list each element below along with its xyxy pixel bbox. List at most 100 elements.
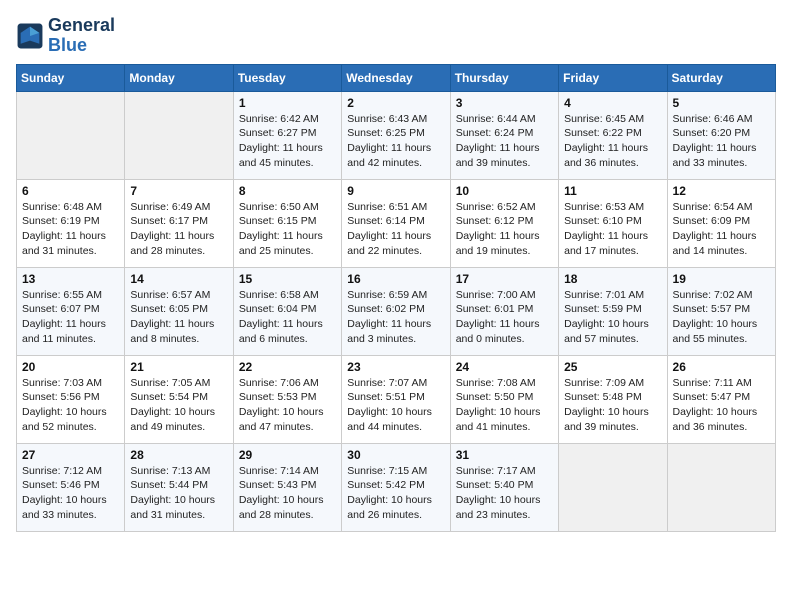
day-number: 23	[347, 360, 444, 374]
day-number: 24	[456, 360, 553, 374]
day-info: Sunrise: 6:58 AMSunset: 6:04 PMDaylight:…	[239, 288, 336, 347]
calendar-cell: 6 Sunrise: 6:48 AMSunset: 6:19 PMDaylight…	[17, 179, 125, 267]
calendar-table: SundayMondayTuesdayWednesdayThursdayFrid…	[16, 64, 776, 532]
calendar-cell: 18Sunrise: 7:01 AMSunset: 5:59 PMDayligh…	[559, 267, 667, 355]
day-info: Sunrise: 7:12 AMSunset: 5:46 PMDaylight:…	[22, 464, 119, 523]
day-info: Sunrise: 7:11 AMSunset: 5:47 PMDaylight:…	[673, 376, 770, 435]
day-number: 3	[456, 96, 553, 110]
calendar-cell: 29Sunrise: 7:14 AMSunset: 5:43 PMDayligh…	[233, 443, 341, 531]
day-info: Sunrise: 6:43 AMSunset: 6:25 PMDaylight:…	[347, 112, 444, 171]
logo-line1: General	[48, 16, 115, 36]
calendar-cell: 17Sunrise: 7:00 AMSunset: 6:01 PMDayligh…	[450, 267, 558, 355]
day-number: 31	[456, 448, 553, 462]
day-info: Sunrise: 6:42 AMSunset: 6:27 PMDaylight:…	[239, 112, 336, 171]
day-number: 20	[22, 360, 119, 374]
day-number: 6	[22, 184, 119, 198]
day-info: Sunrise: 7:13 AMSunset: 5:44 PMDaylight:…	[130, 464, 227, 523]
logo-icon	[16, 22, 44, 50]
day-number: 27	[22, 448, 119, 462]
calendar-cell: 31 Sunrise: 7:17 AMSunset: 5:40 PMDayligh…	[450, 443, 558, 531]
weekday-friday: Friday	[559, 64, 667, 91]
calendar-week-1: 6 Sunrise: 6:48 AMSunset: 6:19 PMDaylight…	[17, 179, 776, 267]
day-number: 25	[564, 360, 661, 374]
calendar-cell: 8Sunrise: 6:50 AMSunset: 6:15 PMDaylight…	[233, 179, 341, 267]
weekday-wednesday: Wednesday	[342, 64, 450, 91]
day-info: Sunrise: 6:53 AMSunset: 6:10 PMDaylight:…	[564, 200, 661, 259]
weekday-thursday: Thursday	[450, 64, 558, 91]
day-number: 17	[456, 272, 553, 286]
day-number: 29	[239, 448, 336, 462]
day-info: Sunrise: 6:54 AMSunset: 6:09 PMDaylight:…	[673, 200, 770, 259]
calendar-week-4: 27 Sunrise: 7:12 AMSunset: 5:46 PMDayligh…	[17, 443, 776, 531]
day-info: Sunrise: 6:51 AMSunset: 6:14 PMDaylight:…	[347, 200, 444, 259]
day-number: 15	[239, 272, 336, 286]
calendar-cell: 21Sunrise: 7:05 AMSunset: 5:54 PMDayligh…	[125, 355, 233, 443]
calendar-cell: 23 Sunrise: 7:07 AMSunset: 5:51 PMDayligh…	[342, 355, 450, 443]
calendar-cell: 25 Sunrise: 7:09 AMSunset: 5:48 PMDayligh…	[559, 355, 667, 443]
weekday-tuesday: Tuesday	[233, 64, 341, 91]
day-info: Sunrise: 6:59 AMSunset: 6:02 PMDaylight:…	[347, 288, 444, 347]
day-number: 14	[130, 272, 227, 286]
day-info: Sunrise: 6:55 AMSunset: 6:07 PMDaylight:…	[22, 288, 119, 347]
day-number: 1	[239, 96, 336, 110]
day-info: Sunrise: 7:17 AMSunset: 5:40 PMDaylight:…	[456, 464, 553, 523]
calendar-cell: 2 Sunrise: 6:43 AMSunset: 6:25 PMDaylight…	[342, 91, 450, 179]
calendar-cell: 4 Sunrise: 6:45 AMSunset: 6:22 PMDaylight…	[559, 91, 667, 179]
day-number: 12	[673, 184, 770, 198]
calendar-cell: 13Sunrise: 6:55 AMSunset: 6:07 PMDayligh…	[17, 267, 125, 355]
calendar-cell: 11 Sunrise: 6:53 AMSunset: 6:10 PMDayligh…	[559, 179, 667, 267]
day-info: Sunrise: 7:07 AMSunset: 5:51 PMDaylight:…	[347, 376, 444, 435]
calendar-cell: 28 Sunrise: 7:13 AMSunset: 5:44 PMDayligh…	[125, 443, 233, 531]
day-number: 21	[130, 360, 227, 374]
calendar-cell	[17, 91, 125, 179]
calendar-week-3: 20 Sunrise: 7:03 AMSunset: 5:56 PMDayligh…	[17, 355, 776, 443]
calendar-cell: 26 Sunrise: 7:11 AMSunset: 5:47 PMDayligh…	[667, 355, 775, 443]
day-number: 2	[347, 96, 444, 110]
calendar-cell	[559, 443, 667, 531]
logo: General Blue	[16, 16, 115, 56]
calendar-cell: 1 Sunrise: 6:42 AMSunset: 6:27 PMDaylight…	[233, 91, 341, 179]
day-info: Sunrise: 6:45 AMSunset: 6:22 PMDaylight:…	[564, 112, 661, 171]
day-number: 4	[564, 96, 661, 110]
calendar-cell: 10 Sunrise: 6:52 AMSunset: 6:12 PMDayligh…	[450, 179, 558, 267]
day-info: Sunrise: 7:01 AMSunset: 5:59 PMDaylight:…	[564, 288, 661, 347]
calendar-cell: 19 Sunrise: 7:02 AMSunset: 5:57 PMDayligh…	[667, 267, 775, 355]
calendar-cell: 3 Sunrise: 6:44 AMSunset: 6:24 PMDaylight…	[450, 91, 558, 179]
day-number: 5	[673, 96, 770, 110]
day-info: Sunrise: 7:03 AMSunset: 5:56 PMDaylight:…	[22, 376, 119, 435]
day-info: Sunrise: 6:46 AMSunset: 6:20 PMDaylight:…	[673, 112, 770, 171]
day-number: 28	[130, 448, 227, 462]
day-info: Sunrise: 6:49 AMSunset: 6:17 PMDaylight:…	[130, 200, 227, 259]
weekday-header-row: SundayMondayTuesdayWednesdayThursdayFrid…	[17, 64, 776, 91]
logo-line2: Blue	[48, 36, 115, 56]
day-info: Sunrise: 7:02 AMSunset: 5:57 PMDaylight:…	[673, 288, 770, 347]
calendar-cell: 27 Sunrise: 7:12 AMSunset: 5:46 PMDayligh…	[17, 443, 125, 531]
calendar-cell: 30Sunrise: 7:15 AMSunset: 5:42 PMDayligh…	[342, 443, 450, 531]
calendar-cell	[667, 443, 775, 531]
weekday-monday: Monday	[125, 64, 233, 91]
calendar-week-0: 1 Sunrise: 6:42 AMSunset: 6:27 PMDaylight…	[17, 91, 776, 179]
day-info: Sunrise: 7:15 AMSunset: 5:42 PMDaylight:…	[347, 464, 444, 523]
calendar-cell: 20 Sunrise: 7:03 AMSunset: 5:56 PMDayligh…	[17, 355, 125, 443]
day-number: 26	[673, 360, 770, 374]
day-number: 16	[347, 272, 444, 286]
day-info: Sunrise: 6:57 AMSunset: 6:05 PMDaylight:…	[130, 288, 227, 347]
weekday-saturday: Saturday	[667, 64, 775, 91]
calendar-cell: 16 Sunrise: 6:59 AMSunset: 6:02 PMDayligh…	[342, 267, 450, 355]
calendar-cell: 7Sunrise: 6:49 AMSunset: 6:17 PMDaylight…	[125, 179, 233, 267]
calendar-cell: 22Sunrise: 7:06 AMSunset: 5:53 PMDayligh…	[233, 355, 341, 443]
day-info: Sunrise: 7:09 AMSunset: 5:48 PMDaylight:…	[564, 376, 661, 435]
day-info: Sunrise: 6:44 AMSunset: 6:24 PMDaylight:…	[456, 112, 553, 171]
day-number: 19	[673, 272, 770, 286]
day-number: 11	[564, 184, 661, 198]
page-header: General Blue	[16, 16, 776, 56]
day-number: 10	[456, 184, 553, 198]
calendar-cell: 9 Sunrise: 6:51 AMSunset: 6:14 PMDaylight…	[342, 179, 450, 267]
day-info: Sunrise: 6:50 AMSunset: 6:15 PMDaylight:…	[239, 200, 336, 259]
calendar-cell: 15 Sunrise: 6:58 AMSunset: 6:04 PMDayligh…	[233, 267, 341, 355]
calendar-cell: 14 Sunrise: 6:57 AMSunset: 6:05 PMDayligh…	[125, 267, 233, 355]
day-info: Sunrise: 6:52 AMSunset: 6:12 PMDaylight:…	[456, 200, 553, 259]
day-info: Sunrise: 7:08 AMSunset: 5:50 PMDaylight:…	[456, 376, 553, 435]
day-info: Sunrise: 6:48 AMSunset: 6:19 PMDaylight:…	[22, 200, 119, 259]
day-number: 9	[347, 184, 444, 198]
